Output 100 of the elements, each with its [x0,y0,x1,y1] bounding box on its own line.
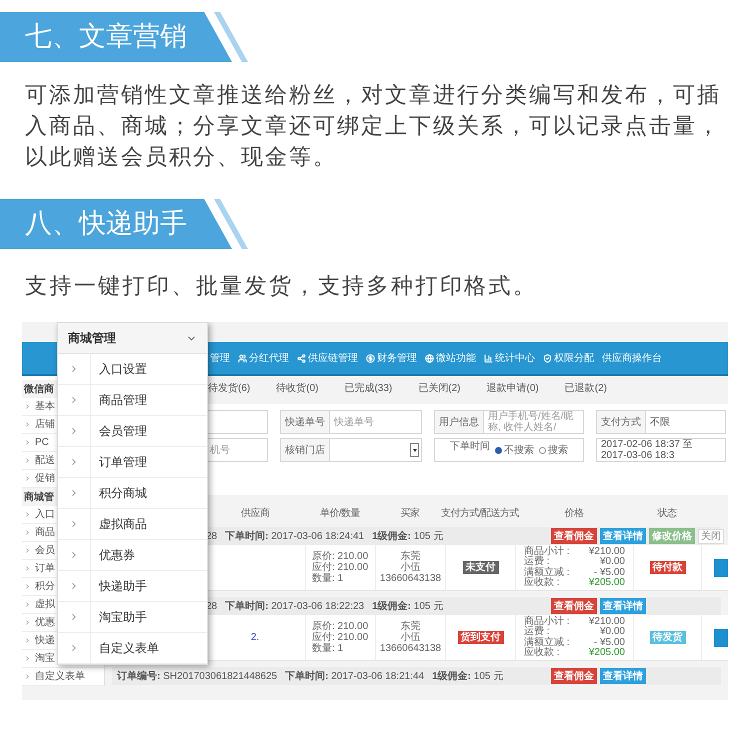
nav-link[interactable]: 供应商操作台 [602,350,662,366]
price-label: 商品小计 : [524,616,570,626]
order-tab[interactable]: 待收货(0) [276,380,318,396]
select-field[interactable]: 核销门店 [280,438,422,462]
chevron-right-icon [24,439,31,446]
menu-item[interactable]: 快递助手 [58,571,207,602]
column-header: 支付方式/配送方式 [440,506,520,520]
nav-link[interactable]: 管理 [210,350,230,366]
unit-price-text: 应付: 210.00 [312,562,370,573]
nav-link[interactable]: 微站功能 [425,350,476,366]
chevron-right-icon [24,655,31,662]
column-header: 买家 [400,506,420,520]
price-value: - ¥5.00 [594,638,625,648]
field-label: 用户信息 [435,411,484,433]
buyer-text: 13660643138 [380,643,442,654]
menu-item[interactable]: 商品管理 [58,385,207,416]
column-header: 单价/数量 [320,506,360,520]
unit-price-text: 原价: 210.00 [312,551,370,562]
field-value: 不限 [649,416,671,430]
menu-item[interactable]: 积分商城 [58,478,207,509]
input-field[interactable] [205,410,268,434]
order-tab[interactable]: 退款申请(0) [486,380,539,396]
order-action-button[interactable]: 查看佣金 [551,598,597,614]
buyer-text: 东莞 [400,621,420,632]
users-icon [238,354,247,362]
share-icon [297,354,306,362]
input-field[interactable]: 支付方式 不限 [596,410,726,434]
order-commission: 1级佣金: 105 元 [432,670,504,684]
chevron-right-icon [24,457,31,464]
order-action-button[interactable]: 查看佣金 [551,668,597,684]
section-text: 支持一键打印、批量发货，支持多种打印格式。 [25,273,538,301]
menu-title: 商城管理 [68,330,116,347]
price-value: ¥210.00 [588,546,625,557]
order-time: 下单时间: 2017-03-06 18:24:41 [225,530,364,544]
chevron-right-icon [24,403,31,410]
chevron-right-icon [24,475,31,482]
field-placeholder: 用户手机号/姓名/昵称, 收件人姓名/ [487,411,575,433]
input-field[interactable]: 快递单号 快递单号 [280,410,422,434]
nav-link[interactable]: 权限分配 [543,350,594,366]
buyer-text: 小伍 [400,562,420,573]
chevron-right-icon [24,619,31,626]
section-text: 可添加营销性文章推送给粉丝，对文章进行分类编写和发布，可插入商品、商城；分享文章还可绑定上下级关系，可以记录点击量，以此赠送会员积分、现金等。 [25,82,722,172]
status-badge: 待发货 [650,631,686,644]
field-label: 快递单号 [281,411,330,433]
radio-option[interactable]: 不搜索 [495,439,534,461]
order-tab[interactable]: 已退款(2) [564,380,607,396]
nav-link[interactable]: 分红代理 [238,350,289,366]
field-label: 支付方式 [597,411,646,433]
order-tab[interactable]: 已完成(33) [344,380,392,396]
menu-item[interactable]: 虚拟商品 [58,509,207,540]
section-heading: 八、快递助手 [0,199,232,249]
order-commission: 1级佣金: 105 元 [372,600,444,614]
menu-item[interactable]: 入口设置 [58,354,207,385]
close-select[interactable]: 关闭 [698,528,724,544]
order-tab[interactable]: 已关闭(2) [418,380,460,396]
chevron-right-icon [24,583,31,590]
payment-badge: 货到支付 [458,631,504,644]
order-commission: 1级佣金: 105 元 [372,530,444,544]
unit-price-text: 数量: 1 [312,643,344,654]
status-badge: 待付款 [650,561,686,574]
radio-option[interactable]: 搜索 [539,439,568,461]
menu-item[interactable]: 订单管理 [58,447,207,478]
input-field[interactable]: 2017-02-06 18:37 至 2017-03-06 18:3 [596,438,726,462]
column-header: 状态 [658,506,676,520]
menu-item[interactable]: 自定义表单 [58,633,207,664]
order-time: 下单时间: 2017-03-06 18:21:44 [285,670,424,684]
order-tab[interactable]: 待发货(6) [208,380,250,396]
order-time: 下单时间: 2017-03-06 18:22:23 [225,600,364,614]
menu-item[interactable]: 会员管理 [58,416,207,447]
coin-icon [366,354,375,362]
price-label: 应收款 : [524,648,560,658]
menu-item[interactable]: 淘宝助手 [58,602,207,633]
field-placeholder: 快递单号 [332,416,375,430]
sidebar-item[interactable]: 自定义表单 [22,668,104,686]
product-link[interactable]: 2. [250,630,260,645]
column-header: 价格 [564,506,584,520]
price-value: ¥205.00 [588,578,625,588]
price-label: 运费 : [524,627,550,637]
action-button[interactable] [714,628,728,646]
price-value: ¥210.00 [588,616,625,627]
payment-badge: 未支付 [462,561,498,574]
chevron-right-icon [24,601,31,608]
chevron-right-icon [24,511,31,518]
field-label: 下单时间 [450,440,490,454]
order-action-button[interactable]: 查看佣金 [551,528,597,544]
price-label: 运费 : [524,557,550,567]
bar-chart-icon [484,354,493,362]
nav-link[interactable]: 财务管理 [366,350,417,366]
nav-link[interactable]: 统计中心 [484,350,535,366]
price-value: - ¥5.00 [594,568,625,578]
section-heading: 七、文章营销 [0,12,232,62]
shield-icon [543,354,552,362]
order-number: 订单编号: SH201703061821448625 [117,670,278,684]
menu-item[interactable]: 优惠券 [58,540,207,571]
price-label: 应收款 : [524,578,560,588]
nav-link[interactable]: 供应链管理 [297,350,358,366]
chevron-right-icon [24,637,31,644]
buyer-text: 13660643138 [380,573,442,584]
action-button[interactable] [714,558,728,576]
globe-icon [425,354,434,362]
